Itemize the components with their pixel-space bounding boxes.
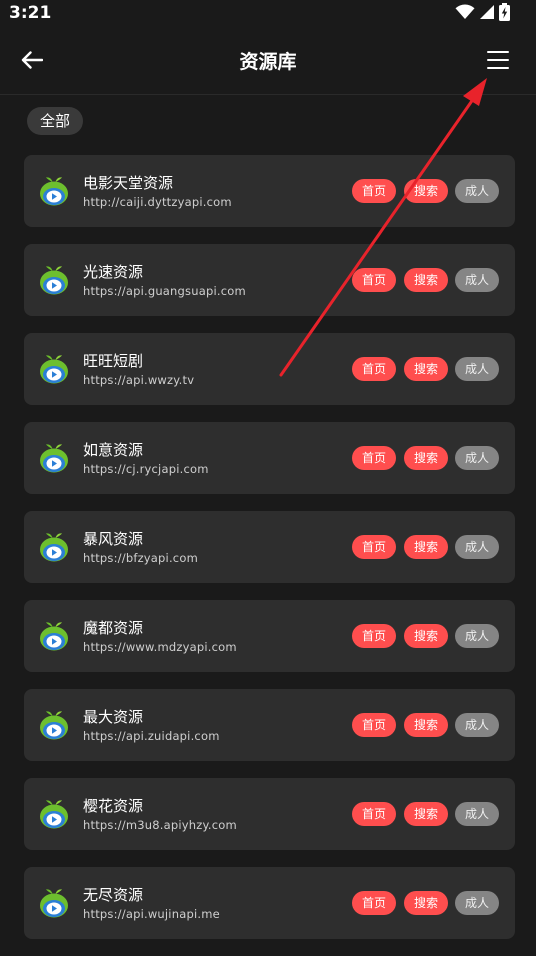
tag-adult[interactable]: 成人 — [455, 891, 499, 915]
source-name: 如意资源 — [83, 441, 144, 459]
tag-home[interactable]: 首页 — [352, 446, 396, 470]
tag-adult[interactable]: 成人 — [455, 179, 499, 203]
source-card[interactable]: 最大资源 https://api.zuidapi.com 首页 搜索 成人 — [24, 689, 515, 761]
tag-adult[interactable]: 成人 — [455, 802, 499, 826]
tag-adult[interactable]: 成人 — [455, 357, 499, 381]
source-name: 光速资源 — [83, 263, 144, 281]
tag-home[interactable]: 首页 — [352, 713, 396, 737]
source-url: https://cj.rycjapi.com — [83, 462, 209, 476]
tag-search[interactable]: 搜索 — [404, 891, 448, 915]
source-card[interactable]: 旺旺短剧 https://api.wwzy.tv 首页 搜索 成人 — [24, 333, 515, 405]
app-logo-icon — [38, 709, 70, 741]
tag-home[interactable]: 首页 — [352, 179, 396, 203]
menu-icon — [486, 50, 510, 74]
source-card[interactable]: 电影天堂资源 http://caiji.dyttzyapi.com 首页 搜索 … — [24, 155, 515, 227]
source-card[interactable]: 魔都资源 https://www.mdzyapi.com 首页 搜索 成人 — [24, 600, 515, 672]
status-icons — [455, 3, 510, 25]
tag-search[interactable]: 搜索 — [404, 713, 448, 737]
app-logo-icon — [38, 620, 70, 652]
tag-adult[interactable]: 成人 — [455, 535, 499, 559]
tag-search[interactable]: 搜索 — [404, 179, 448, 203]
filter-chip-all[interactable]: 全部 — [27, 107, 84, 135]
tag-search[interactable]: 搜索 — [404, 535, 448, 559]
menu-button[interactable] — [481, 46, 515, 78]
source-url: http://caiji.dyttzyapi.com — [83, 195, 232, 209]
source-list: 电影天堂资源 http://caiji.dyttzyapi.com 首页 搜索 … — [24, 155, 515, 956]
source-url: https://api.wujinapi.me — [83, 907, 220, 921]
app-logo-icon — [38, 442, 70, 474]
source-card[interactable]: 暴风资源 https://bfzyapi.com 首页 搜索 成人 — [24, 511, 515, 583]
tag-home[interactable]: 首页 — [352, 624, 396, 648]
source-card[interactable]: 无尽资源 https://api.wujinapi.me 首页 搜索 成人 — [24, 867, 515, 939]
tag-adult[interactable]: 成人 — [455, 713, 499, 737]
app-logo-icon — [38, 353, 70, 385]
source-name: 电影天堂资源 — [83, 174, 174, 192]
source-name: 旺旺短剧 — [83, 352, 144, 370]
source-name: 暴风资源 — [83, 530, 144, 548]
wifi-icon — [455, 4, 475, 24]
source-url: https://api.zuidapi.com — [83, 729, 220, 743]
tag-search[interactable]: 搜索 — [404, 624, 448, 648]
tag-search[interactable]: 搜索 — [404, 802, 448, 826]
signal-icon — [479, 4, 495, 24]
app-logo-icon — [38, 798, 70, 830]
source-url: https://api.wwzy.tv — [83, 373, 195, 387]
status-bar: 3:21 — [0, 0, 536, 28]
source-url: https://www.mdzyapi.com — [83, 640, 237, 654]
tag-adult[interactable]: 成人 — [455, 268, 499, 292]
source-name: 魔都资源 — [83, 619, 144, 637]
tag-search[interactable]: 搜索 — [404, 357, 448, 381]
app-bar: 资源库 — [0, 28, 536, 95]
tag-home[interactable]: 首页 — [352, 357, 396, 381]
source-card[interactable]: 樱花资源 https://m3u8.apiyhzy.com 首页 搜索 成人 — [24, 778, 515, 850]
tag-search[interactable]: 搜索 — [404, 446, 448, 470]
app-logo-icon — [38, 175, 70, 207]
app-logo-icon — [38, 264, 70, 296]
source-name: 无尽资源 — [83, 886, 144, 904]
source-name: 最大资源 — [83, 708, 144, 726]
app-logo-icon — [38, 531, 70, 563]
source-url: https://bfzyapi.com — [83, 551, 198, 565]
tag-home[interactable]: 首页 — [352, 891, 396, 915]
page-title: 资源库 — [239, 51, 297, 73]
source-card[interactable]: 光速资源 https://api.guangsuapi.com 首页 搜索 成人 — [24, 244, 515, 316]
source-card[interactable]: 如意资源 https://cj.rycjapi.com 首页 搜索 成人 — [24, 422, 515, 494]
tag-search[interactable]: 搜索 — [404, 268, 448, 292]
source-url: https://m3u8.apiyhzy.com — [83, 818, 237, 832]
tag-home[interactable]: 首页 — [352, 535, 396, 559]
tag-adult[interactable]: 成人 — [455, 446, 499, 470]
battery-charging-icon — [499, 3, 510, 25]
source-name: 樱花资源 — [83, 797, 144, 815]
tag-adult[interactable]: 成人 — [455, 624, 499, 648]
app-logo-icon — [38, 887, 70, 919]
status-time: 3:21 — [9, 3, 52, 23]
screen: 3:21 资源库 全部 电影天堂资源 http://caiji.dyttzyap… — [0, 0, 536, 956]
tag-home[interactable]: 首页 — [352, 268, 396, 292]
tag-home[interactable]: 首页 — [352, 802, 396, 826]
source-url: https://api.guangsuapi.com — [83, 284, 246, 298]
